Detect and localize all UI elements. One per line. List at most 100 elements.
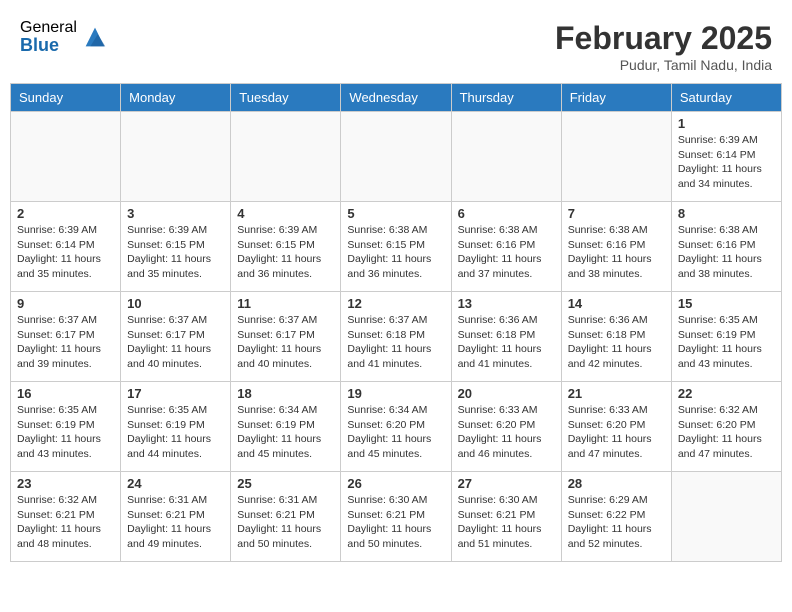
day-number: 18 [237,386,334,401]
calendar-cell: 11 Sunrise: 6:37 AM Sunset: 6:17 PM Dayli… [231,292,341,382]
day-info: Sunrise: 6:37 AM Sunset: 6:18 PM Dayligh… [347,313,444,372]
day-number: 4 [237,206,334,221]
day-number: 23 [17,476,114,491]
day-number: 12 [347,296,444,311]
calendar-cell: 3 Sunrise: 6:39 AM Sunset: 6:15 PM Daylig… [121,202,231,292]
day-info: Sunrise: 6:35 AM Sunset: 6:19 PM Dayligh… [678,313,775,372]
day-info: Sunrise: 6:30 AM Sunset: 6:21 PM Dayligh… [458,493,555,552]
month-title: February 2025 [555,20,772,57]
calendar-cell [231,112,341,202]
day-header-tuesday: Tuesday [231,84,341,112]
day-info: Sunrise: 6:39 AM Sunset: 6:15 PM Dayligh… [237,223,334,282]
day-number: 5 [347,206,444,221]
day-number: 19 [347,386,444,401]
day-number: 17 [127,386,224,401]
calendar-cell: 21 Sunrise: 6:33 AM Sunset: 6:20 PM Dayli… [561,382,671,472]
day-number: 16 [17,386,114,401]
day-info: Sunrise: 6:34 AM Sunset: 6:20 PM Dayligh… [347,403,444,462]
day-info: Sunrise: 6:36 AM Sunset: 6:18 PM Dayligh… [568,313,665,372]
calendar-cell: 13 Sunrise: 6:36 AM Sunset: 6:18 PM Dayli… [451,292,561,382]
day-header-monday: Monday [121,84,231,112]
calendar-week-0: 1 Sunrise: 6:39 AM Sunset: 6:14 PM Daylig… [11,112,782,202]
day-info: Sunrise: 6:31 AM Sunset: 6:21 PM Dayligh… [237,493,334,552]
calendar-cell: 5Sunrise: 6:38 AM Sunset: 6:15 PM Daylig… [341,202,451,292]
calendar-week-3: 16 Sunrise: 6:35 AM Sunset: 6:19 PM Dayli… [11,382,782,472]
day-number: 7 [568,206,665,221]
logo-general: General [20,20,77,36]
day-info: Sunrise: 6:32 AM Sunset: 6:20 PM Dayligh… [678,403,775,462]
day-header-wednesday: Wednesday [341,84,451,112]
day-info: Sunrise: 6:38 AM Sunset: 6:16 PM Dayligh… [678,223,775,282]
day-number: 14 [568,296,665,311]
calendar-week-2: 9Sunrise: 6:37 AM Sunset: 6:17 PM Daylig… [11,292,782,382]
logo: General Blue [20,20,109,54]
calendar-cell: 27 Sunrise: 6:30 AM Sunset: 6:21 PM Dayli… [451,472,561,562]
day-number: 15 [678,296,775,311]
day-info: Sunrise: 6:29 AM Sunset: 6:22 PM Dayligh… [568,493,665,552]
day-info: Sunrise: 6:36 AM Sunset: 6:18 PM Dayligh… [458,313,555,372]
day-info: Sunrise: 6:39 AM Sunset: 6:15 PM Dayligh… [127,223,224,282]
logo-blue: Blue [20,36,77,54]
day-number: 25 [237,476,334,491]
calendar-cell: 20 Sunrise: 6:33 AM Sunset: 6:20 PM Dayli… [451,382,561,472]
calendar-cell: 26 Sunrise: 6:30 AM Sunset: 6:21 PM Dayli… [341,472,451,562]
calendar-cell: 24 Sunrise: 6:31 AM Sunset: 6:21 PM Dayli… [121,472,231,562]
day-number: 26 [347,476,444,491]
day-number: 2 [17,206,114,221]
day-number: 27 [458,476,555,491]
day-number: 21 [568,386,665,401]
day-info: Sunrise: 6:33 AM Sunset: 6:20 PM Dayligh… [458,403,555,462]
calendar-cell: 7 Sunrise: 6:38 AM Sunset: 6:16 PM Daylig… [561,202,671,292]
calendar-cell [11,112,121,202]
calendar-cell: 23Sunrise: 6:32 AM Sunset: 6:21 PM Dayli… [11,472,121,562]
day-header-saturday: Saturday [671,84,781,112]
calendar-week-4: 23Sunrise: 6:32 AM Sunset: 6:21 PM Dayli… [11,472,782,562]
day-number: 3 [127,206,224,221]
day-info: Sunrise: 6:31 AM Sunset: 6:21 PM Dayligh… [127,493,224,552]
day-number: 11 [237,296,334,311]
calendar-cell: 8Sunrise: 6:38 AM Sunset: 6:16 PM Daylig… [671,202,781,292]
calendar-table: SundayMondayTuesdayWednesdayThursdayFrid… [10,83,782,562]
day-info: Sunrise: 6:39 AM Sunset: 6:14 PM Dayligh… [17,223,114,282]
location: Pudur, Tamil Nadu, India [555,57,772,73]
day-number: 6 [458,206,555,221]
title-block: February 2025 Pudur, Tamil Nadu, India [555,20,772,73]
day-info: Sunrise: 6:37 AM Sunset: 6:17 PM Dayligh… [237,313,334,372]
day-number: 22 [678,386,775,401]
calendar-cell: 2 Sunrise: 6:39 AM Sunset: 6:14 PM Daylig… [11,202,121,292]
calendar-cell [451,112,561,202]
day-info: Sunrise: 6:34 AM Sunset: 6:19 PM Dayligh… [237,403,334,462]
calendar-week-1: 2 Sunrise: 6:39 AM Sunset: 6:14 PM Daylig… [11,202,782,292]
calendar-cell: 19 Sunrise: 6:34 AM Sunset: 6:20 PM Dayli… [341,382,451,472]
page-header: General Blue February 2025 Pudur, Tamil … [10,10,782,78]
day-info: Sunrise: 6:35 AM Sunset: 6:19 PM Dayligh… [127,403,224,462]
calendar-header-row: SundayMondayTuesdayWednesdayThursdayFrid… [11,84,782,112]
calendar-cell: 17 Sunrise: 6:35 AM Sunset: 6:19 PM Dayli… [121,382,231,472]
calendar-cell: 18 Sunrise: 6:34 AM Sunset: 6:19 PM Dayli… [231,382,341,472]
day-info: Sunrise: 6:38 AM Sunset: 6:16 PM Dayligh… [568,223,665,282]
logo-text: General Blue [20,20,77,54]
day-number: 20 [458,386,555,401]
calendar-cell: 22 Sunrise: 6:32 AM Sunset: 6:20 PM Dayli… [671,382,781,472]
day-number: 24 [127,476,224,491]
calendar-cell: 4 Sunrise: 6:39 AM Sunset: 6:15 PM Daylig… [231,202,341,292]
calendar-cell: 1 Sunrise: 6:39 AM Sunset: 6:14 PM Daylig… [671,112,781,202]
day-header-thursday: Thursday [451,84,561,112]
calendar-cell: 10Sunrise: 6:37 AM Sunset: 6:17 PM Dayli… [121,292,231,382]
calendar-cell: 16Sunrise: 6:35 AM Sunset: 6:19 PM Dayli… [11,382,121,472]
day-info: Sunrise: 6:37 AM Sunset: 6:17 PM Dayligh… [17,313,114,372]
day-header-friday: Friday [561,84,671,112]
calendar-cell [561,112,671,202]
calendar-cell [341,112,451,202]
calendar-cell: 25 Sunrise: 6:31 AM Sunset: 6:21 PM Dayli… [231,472,341,562]
day-number: 13 [458,296,555,311]
day-info: Sunrise: 6:38 AM Sunset: 6:16 PM Dayligh… [458,223,555,282]
day-header-sunday: Sunday [11,84,121,112]
day-info: Sunrise: 6:30 AM Sunset: 6:21 PM Dayligh… [347,493,444,552]
calendar-cell [671,472,781,562]
day-number: 1 [678,116,775,131]
day-number: 28 [568,476,665,491]
day-info: Sunrise: 6:33 AM Sunset: 6:20 PM Dayligh… [568,403,665,462]
day-info: Sunrise: 6:39 AM Sunset: 6:14 PM Dayligh… [678,133,775,192]
calendar-cell: 9Sunrise: 6:37 AM Sunset: 6:17 PM Daylig… [11,292,121,382]
